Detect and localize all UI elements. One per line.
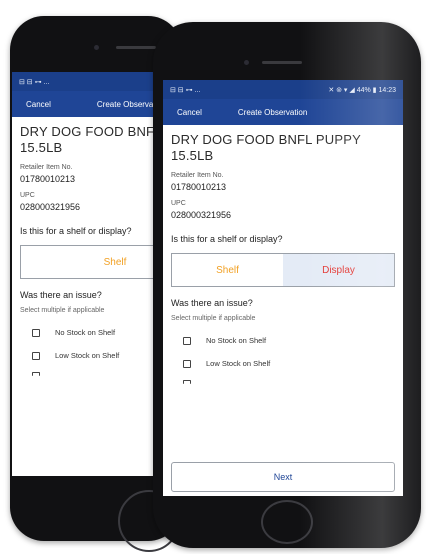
upc-value: 028000321956 xyxy=(20,202,81,212)
back-camera-icon xyxy=(94,45,99,50)
option-partial[interactable] xyxy=(171,380,395,384)
shelf-option[interactable]: Shelf xyxy=(21,246,172,278)
issue-question: Was there an issue? xyxy=(20,290,102,300)
retailer-item-label: Retailer Item No. xyxy=(171,172,224,179)
shelf-display-toggle: Shelf Display xyxy=(171,253,395,287)
checkbox[interactable] xyxy=(32,328,40,337)
front-screen: ⊟ ⊟ ⊶ ... ✕ ⊚ ▾ ◢ 44% ▮ 14:23 Cancel Cre… xyxy=(163,80,403,496)
upc-value: 028000321956 xyxy=(171,210,232,220)
upc-label: UPC xyxy=(171,200,186,207)
status-icons-left: ⊟ ⊟ ⊶ ... xyxy=(170,86,201,94)
status-icons: ⊟ ⊟ ⊶ ... xyxy=(19,78,50,86)
checkbox[interactable] xyxy=(183,359,191,368)
next-button[interactable]: Next xyxy=(171,462,395,492)
page-title: Create Observation xyxy=(237,107,308,117)
app-bar: Cancel Create Observation xyxy=(12,91,172,117)
option-no-stock[interactable]: No Stock on Shelf xyxy=(171,336,395,345)
product-name: DRY DOG FOOD BNFL PUPPY xyxy=(171,132,362,147)
option-low-stock[interactable]: Low Stock on Shelf xyxy=(171,359,395,368)
shelf-display-question: Is this for a shelf or display? xyxy=(171,234,283,244)
upc-label: UPC xyxy=(20,192,35,199)
option-label: No Stock on Shelf xyxy=(55,328,116,337)
issue-question: Was there an issue? xyxy=(171,298,253,308)
front-camera-icon xyxy=(244,60,249,65)
front-speaker xyxy=(262,61,302,64)
checkbox[interactable] xyxy=(183,380,191,384)
retailer-item-value: 01780010213 xyxy=(171,182,227,192)
cancel-button[interactable]: Cancel xyxy=(26,100,51,109)
back-screen: ⊟ ⊟ ⊶ ... Cancel Create Observation DRY … xyxy=(12,72,172,476)
option-partial[interactable] xyxy=(20,372,164,376)
option-low-stock[interactable]: Low Stock on Shelf xyxy=(20,351,164,360)
product-name: DRY DOG FOOD BNFL PUPPY xyxy=(20,124,172,139)
shelf-display-toggle: Shelf xyxy=(20,245,172,279)
status-bar: ⊟ ⊟ ⊶ ... xyxy=(12,72,172,91)
front-home-button[interactable] xyxy=(261,500,313,544)
option-label: Low Stock on Shelf xyxy=(206,359,271,368)
retailer-item-value: 01780010213 xyxy=(20,174,76,184)
option-label: No Stock on Shelf xyxy=(206,336,267,345)
checkbox[interactable] xyxy=(32,351,40,360)
cancel-button[interactable]: Cancel xyxy=(177,108,202,117)
checkbox[interactable] xyxy=(32,372,40,376)
app-bar: Cancel Create Observation xyxy=(163,99,403,125)
status-bar: ⊟ ⊟ ⊶ ... ✕ ⊚ ▾ ◢ 44% ▮ 14:23 xyxy=(163,80,403,99)
option-no-stock[interactable]: No Stock on Shelf xyxy=(20,328,164,337)
shelf-display-question: Is this for a shelf or display? xyxy=(20,226,132,236)
status-icons-right: ✕ ⊚ ▾ ◢ 44% ▮ 14:23 xyxy=(328,86,396,94)
display-option-selected[interactable]: Display xyxy=(283,254,394,286)
product-size: 15.5LB xyxy=(20,140,63,155)
product-size: 15.5LB xyxy=(171,148,214,163)
back-speaker xyxy=(116,46,156,49)
multi-select-hint: Select multiple if applicable xyxy=(20,307,105,314)
retailer-item-label: Retailer Item No. xyxy=(20,164,73,171)
shelf-option[interactable]: Shelf xyxy=(172,254,283,286)
multi-select-hint: Select multiple if applicable xyxy=(171,315,256,322)
checkbox[interactable] xyxy=(183,336,191,345)
option-label: Low Stock on Shelf xyxy=(55,351,120,360)
